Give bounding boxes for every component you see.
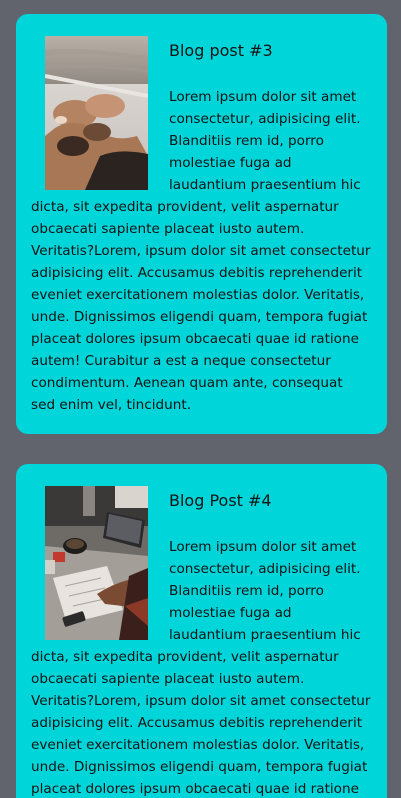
blog-post-card: Blog post #3 Lorem ipsum dolor sit amet … <box>16 14 387 434</box>
blog-post-image <box>45 36 148 190</box>
desk-workspace-photo <box>45 486 148 640</box>
people-on-boat-photo <box>45 36 148 190</box>
blog-page: Blog post #3 Lorem ipsum dolor sit amet … <box>0 0 401 798</box>
blog-post-image <box>45 486 148 640</box>
blog-post-card: Blog Post #4 Lorem ipsum dolor sit amet … <box>16 464 387 798</box>
